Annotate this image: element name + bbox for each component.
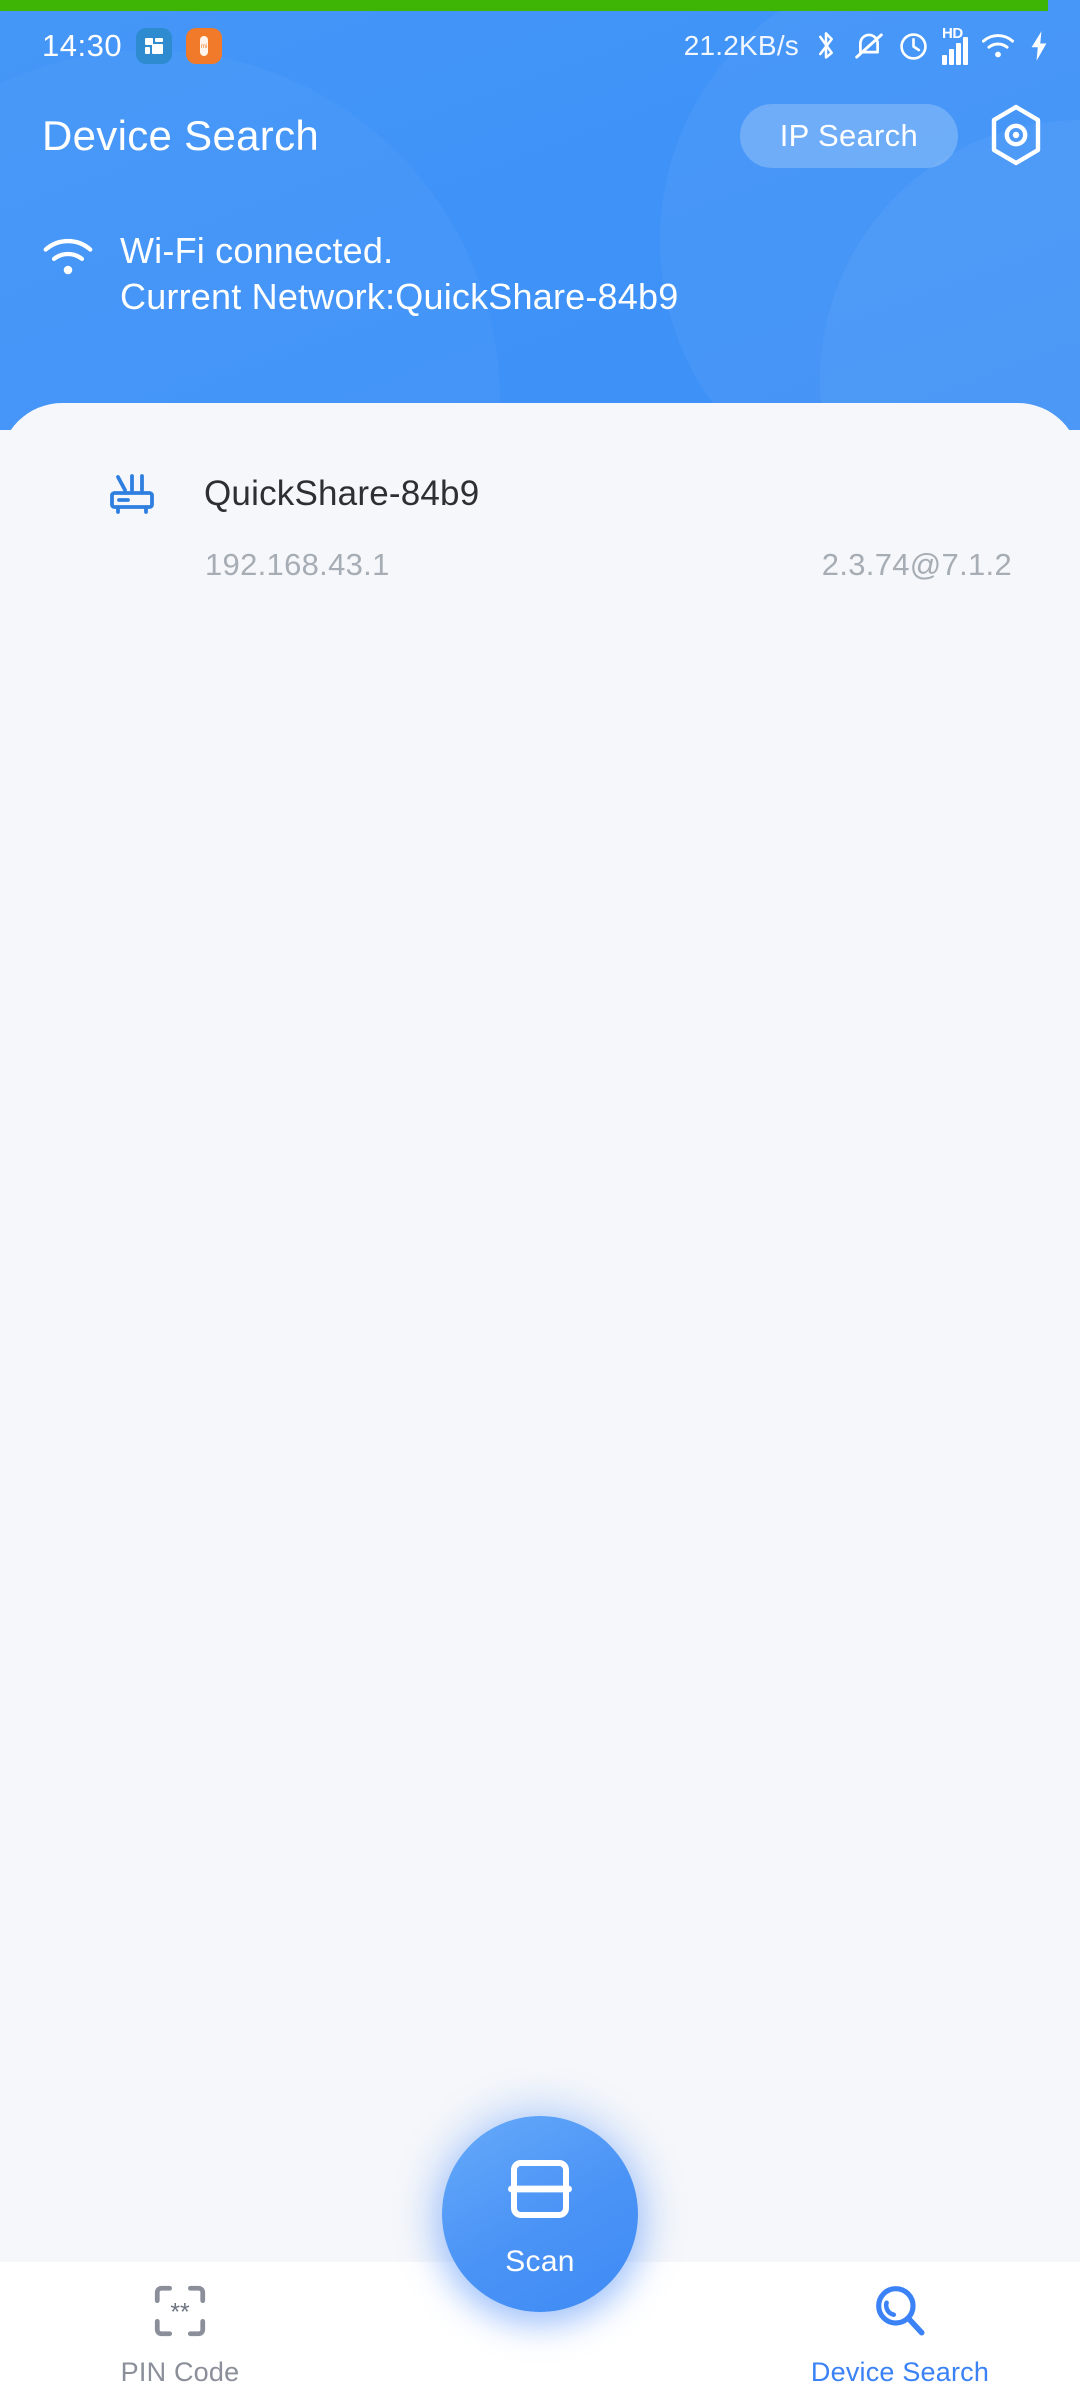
- scan-button[interactable]: Scan: [442, 2116, 638, 2312]
- scan-frame-icon: [501, 2150, 579, 2231]
- app-screen: 14:30 mi 21.2KB/s HD Device Search IP Se…: [0, 0, 1080, 2400]
- scan-button-label: Scan: [505, 2244, 575, 2278]
- router-icon: [106, 472, 160, 516]
- status-bar: 14:30 mi 21.2KB/s HD: [0, 11, 1080, 81]
- settings-button[interactable]: [980, 100, 1052, 172]
- app-badge-blue-icon: [136, 28, 173, 64]
- nav-item-pin-code[interactable]: ** PIN Code: [0, 2262, 360, 2388]
- silent-mode-icon: [853, 30, 885, 62]
- app-bar: Device Search IP Search: [0, 96, 1080, 176]
- wifi-connected-line: Wi-Fi connected.: [120, 230, 394, 271]
- hd-label: HD: [942, 25, 963, 42]
- device-item-main: QuickShare-84b9: [0, 463, 1080, 525]
- wifi-status-block: Wi-Fi connected. Current Network:QuickSh…: [42, 228, 678, 320]
- device-ip-address: 192.168.43.1: [205, 547, 390, 582]
- device-item-details: 192.168.43.1 2.3.74@7.1.2: [0, 525, 1080, 583]
- wifi-icon: [981, 32, 1015, 60]
- hexagon-settings-icon: [986, 103, 1046, 170]
- device-version: 2.3.74@7.1.2: [821, 547, 1012, 582]
- svg-text:mi: mi: [201, 44, 207, 50]
- wifi-status-icon: [42, 236, 94, 283]
- magnifier-icon: [869, 2280, 931, 2345]
- alarm-clock-icon: [898, 31, 929, 62]
- pin-code-scan-frame-icon: **: [149, 2280, 211, 2345]
- device-list-item[interactable]: QuickShare-84b9 192.168.43.1 2.3.74@7.1.…: [0, 463, 1080, 583]
- charging-bolt-icon: [1028, 30, 1050, 62]
- hd-signal-icon: HD: [942, 25, 968, 65]
- current-network-line: Current Network:QuickShare-84b9: [120, 276, 679, 318]
- app-badge-orange-icon: mi: [186, 28, 223, 64]
- device-list: QuickShare-84b9 192.168.43.1 2.3.74@7.1.…: [0, 403, 1080, 583]
- nav-label-pin-code: PIN Code: [120, 2357, 240, 2387]
- svg-text:**: **: [170, 2299, 190, 2326]
- nav-item-device-search[interactable]: Device Search: [720, 2262, 1080, 2388]
- status-bar-right: 21.2KB/s HD: [683, 25, 1050, 65]
- status-bar-clock: 14:30: [42, 28, 123, 63]
- device-name: QuickShare-84b9: [204, 474, 480, 513]
- page-title: Device Search: [42, 112, 320, 159]
- content-card: QuickShare-84b9 192.168.43.1 2.3.74@7.1.…: [0, 403, 1080, 2262]
- ip-search-button[interactable]: IP Search: [739, 104, 958, 168]
- status-bar-left: 14:30 mi: [42, 28, 223, 64]
- bluetooth-icon: [812, 30, 840, 62]
- wifi-status-text: Wi-Fi connected. Current Network:QuickSh…: [120, 228, 678, 320]
- top-progress-strip: [0, 0, 1048, 11]
- nav-label-device-search: Device Search: [810, 2357, 990, 2387]
- network-speed-text: 21.2KB/s: [683, 30, 799, 61]
